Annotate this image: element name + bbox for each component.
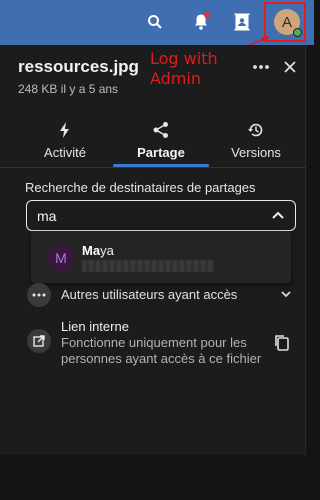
suggestion-dropdown: M Maya xyxy=(31,231,291,283)
share-search-label: Recherche de destinataires de partages xyxy=(25,180,256,195)
avatar-initial: A xyxy=(281,13,292,31)
flash-icon xyxy=(56,121,74,139)
external-link-icon xyxy=(27,329,51,353)
suggestion-name-rest: ya xyxy=(100,243,114,258)
annotation-text: Log with Admin xyxy=(150,49,218,89)
bell-icon[interactable] xyxy=(189,10,213,34)
tab-bar: Activité Partage Versions xyxy=(0,117,306,167)
suggestion-email-redacted xyxy=(82,260,214,272)
more-users-icon xyxy=(27,283,51,307)
tab-sharing[interactable]: Partage xyxy=(121,117,201,167)
suggestion-avatar: M xyxy=(48,245,74,271)
tab-versions-label: Versions xyxy=(231,145,281,160)
tab-activity-label: Activité xyxy=(44,145,86,160)
chevron-up-icon[interactable] xyxy=(271,208,285,222)
annotation-line-1: Log with xyxy=(150,49,218,68)
suggestion-item[interactable]: Maya xyxy=(82,243,114,258)
contacts-icon[interactable] xyxy=(230,10,254,34)
suggestion-name-match: Ma xyxy=(82,243,101,258)
internal-link-description: Fonctionne uniquement pour les personnes… xyxy=(61,335,262,366)
file-name: ressources.jpg xyxy=(18,57,139,76)
tabs-divider xyxy=(0,167,306,168)
copy-icon[interactable] xyxy=(274,334,290,352)
annotation-line-2: Admin xyxy=(150,69,201,88)
notification-badge xyxy=(204,12,210,18)
history-icon xyxy=(247,121,265,139)
share-search-input[interactable] xyxy=(37,206,237,226)
file-meta: 248 KB il y a 5 ans xyxy=(18,82,119,96)
internal-link-title: Lien interne xyxy=(61,319,129,334)
other-users-label[interactable]: Autres utilisateurs ayant accès xyxy=(61,287,237,302)
tab-versions[interactable]: Versions xyxy=(216,117,296,167)
search-icon[interactable] xyxy=(143,10,167,34)
more-options-icon[interactable] xyxy=(251,59,271,75)
close-icon[interactable] xyxy=(280,57,300,77)
tab-activity[interactable]: Activité xyxy=(25,117,105,167)
suggestion-avatar-initial: M xyxy=(55,250,67,266)
chevron-down-icon[interactable] xyxy=(281,286,291,298)
status-online-indicator xyxy=(293,28,302,37)
share-icon xyxy=(152,121,170,139)
share-search-box[interactable] xyxy=(26,200,296,231)
tab-sharing-label: Partage xyxy=(137,145,185,160)
